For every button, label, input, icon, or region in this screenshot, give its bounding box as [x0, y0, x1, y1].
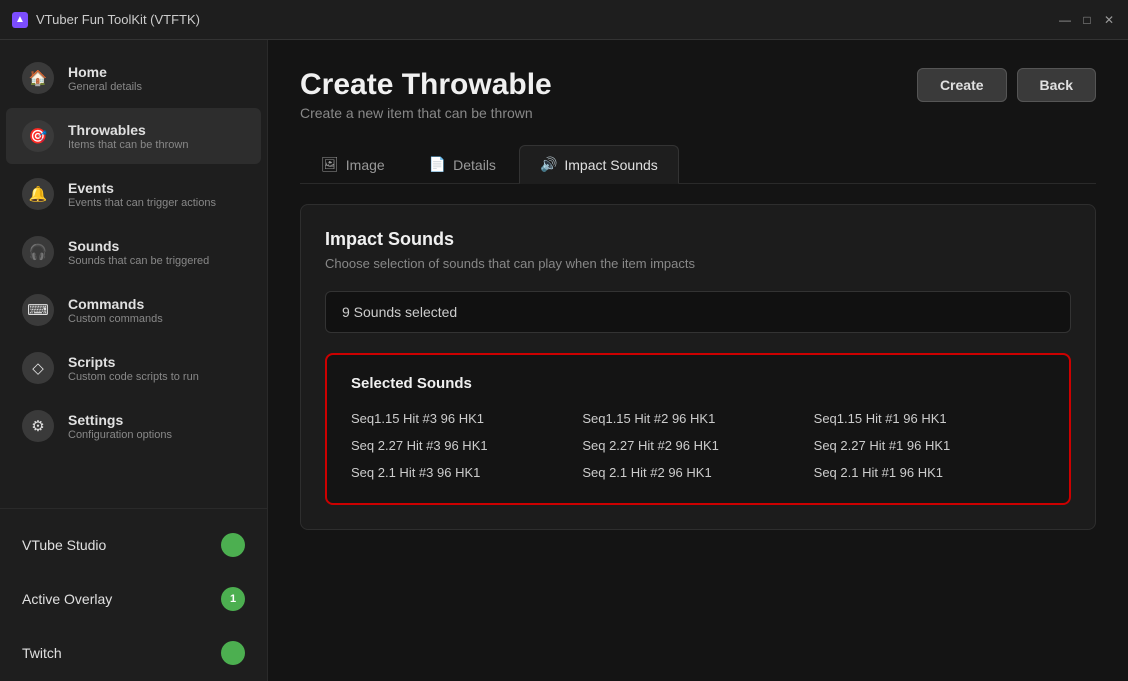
list-item: Seq 2.27 Hit #3 96 HK1 — [351, 435, 582, 456]
tab-details[interactable]: 📄 Details — [408, 145, 517, 183]
title-bar-left: ▲ VTuber Fun ToolKit (VTFTK) — [12, 12, 200, 28]
sounds-icon: 🎧 — [22, 236, 54, 268]
sidebar-item-throwables[interactable]: 🎯 Throwables Items that can be thrown — [6, 108, 261, 164]
sidebar-item-vtube-studio[interactable]: VTube Studio — [6, 519, 261, 571]
sidebar-commands-sublabel: Custom commands — [68, 313, 163, 325]
list-item: Seq1.15 Hit #3 96 HK1 — [351, 408, 582, 429]
image-tab-icon: 🖼 — [321, 156, 339, 173]
sound-name: Seq1.15 Hit #3 96 HK1 — [351, 411, 484, 426]
scripts-icon: ◇ — [22, 352, 54, 384]
title-bar-controls: — □ ✕ — [1058, 13, 1116, 27]
sidebar-throwables-sublabel: Items that can be thrown — [68, 139, 188, 151]
content-header: Create Throwable Create a new item that … — [300, 68, 1096, 121]
settings-icon: ⚙ — [22, 410, 54, 442]
list-item: Seq 2.27 Hit #2 96 HK1 — [582, 435, 813, 456]
tab-image[interactable]: 🖼 Image — [300, 145, 406, 183]
home-icon: 🏠 — [22, 62, 54, 94]
list-item: Seq1.15 Hit #2 96 HK1 — [582, 408, 813, 429]
sidebar-settings-label: Settings — [68, 412, 172, 428]
active-overlay-status: 1 — [221, 587, 245, 611]
details-tab-icon: 📄 — [429, 156, 446, 173]
sidebar-item-sounds[interactable]: 🎧 Sounds Sounds that can be triggered — [6, 224, 261, 280]
sidebar-bottom: VTube Studio Active Overlay 1 Twitch — [0, 508, 267, 681]
sidebar-events-sublabel: Events that can trigger actions — [68, 197, 216, 209]
sounds-grid: Seq1.15 Hit #3 96 HK1 Seq1.15 Hit #2 96 … — [351, 408, 1045, 483]
tab-impact-sounds[interactable]: 🔊 Impact Sounds — [519, 145, 679, 184]
page-title: Create Throwable — [300, 68, 552, 101]
sidebar-throwables-label: Throwables — [68, 122, 188, 138]
content-area: Create Throwable Create a new item that … — [268, 40, 1128, 681]
sidebar-item-active-overlay[interactable]: Active Overlay 1 — [6, 573, 261, 625]
sound-name: Seq1.15 Hit #1 96 HK1 — [814, 411, 947, 426]
tab-details-label: Details — [453, 157, 496, 173]
tab-image-label: Image — [346, 157, 385, 173]
sidebar-item-settings[interactable]: ⚙ Settings Configuration options — [6, 398, 261, 454]
app-icon: ▲ — [12, 12, 28, 28]
app-title: VTuber Fun ToolKit (VTFTK) — [36, 12, 200, 27]
list-item: Seq 2.1 Hit #3 96 HK1 — [351, 462, 582, 483]
sidebar-home-label: Home — [68, 64, 142, 80]
selected-sounds-title: Selected Sounds — [351, 375, 1045, 392]
twitch-label: Twitch — [22, 645, 221, 661]
commands-icon: ⌨ — [22, 294, 54, 326]
events-icon: 🔔 — [22, 178, 54, 210]
back-button[interactable]: Back — [1017, 68, 1096, 102]
maximize-button[interactable]: □ — [1080, 13, 1094, 27]
sidebar-item-scripts[interactable]: ◇ Scripts Custom code scripts to run — [6, 340, 261, 396]
sidebar-item-events[interactable]: 🔔 Events Events that can trigger actions — [6, 166, 261, 222]
sidebar-scripts-label: Scripts — [68, 354, 199, 370]
vtube-studio-status — [221, 533, 245, 557]
sidebar-settings-sublabel: Configuration options — [68, 429, 172, 441]
active-overlay-label: Active Overlay — [22, 591, 221, 607]
sidebar-nav: 🏠 Home General details 🎯 Throwables Item… — [0, 40, 267, 456]
main-layout: 🏠 Home General details 🎯 Throwables Item… — [0, 40, 1128, 681]
sidebar: 🏠 Home General details 🎯 Throwables Item… — [0, 40, 268, 681]
header-title-group: Create Throwable Create a new item that … — [300, 68, 552, 121]
sound-name: Seq 2.27 Hit #3 96 HK1 — [351, 438, 488, 453]
sound-name: Seq 2.1 Hit #3 96 HK1 — [351, 465, 480, 480]
sounds-selected-display[interactable]: 9 Sounds selected — [325, 291, 1071, 333]
vtube-studio-label: VTube Studio — [22, 537, 221, 553]
panel-title: Impact Sounds — [325, 229, 1071, 250]
twitch-status — [221, 641, 245, 665]
sound-name: Seq 2.1 Hit #2 96 HK1 — [582, 465, 711, 480]
list-item: Seq 2.1 Hit #1 96 HK1 — [814, 462, 1045, 483]
list-item: Seq 2.27 Hit #1 96 HK1 — [814, 435, 1045, 456]
sidebar-sounds-label: Sounds — [68, 238, 209, 254]
page-subtitle: Create a new item that can be thrown — [300, 105, 552, 121]
sound-name: Seq1.15 Hit #2 96 HK1 — [582, 411, 715, 426]
sidebar-item-commands[interactable]: ⌨ Commands Custom commands — [6, 282, 261, 338]
sound-name: Seq 2.27 Hit #1 96 HK1 — [814, 438, 951, 453]
tabs-bar: 🖼 Image 📄 Details 🔊 Impact Sounds — [300, 145, 1096, 184]
close-button[interactable]: ✕ — [1102, 13, 1116, 27]
impact-sounds-panel: Impact Sounds Choose selection of sounds… — [300, 204, 1096, 530]
sound-name: Seq 2.27 Hit #2 96 HK1 — [582, 438, 719, 453]
header-buttons: Create Back — [917, 68, 1096, 102]
title-bar: ▲ VTuber Fun ToolKit (VTFTK) — □ ✕ — [0, 0, 1128, 40]
throwables-icon: 🎯 — [22, 120, 54, 152]
panel-subtitle: Choose selection of sounds that can play… — [325, 256, 1071, 271]
impact-sounds-tab-icon: 🔊 — [540, 156, 557, 173]
sound-name: Seq 2.1 Hit #1 96 HK1 — [814, 465, 943, 480]
tab-impact-sounds-label: Impact Sounds — [564, 157, 657, 173]
sidebar-events-label: Events — [68, 180, 216, 196]
list-item: Seq1.15 Hit #1 96 HK1 — [814, 408, 1045, 429]
sidebar-item-twitch[interactable]: Twitch — [6, 627, 261, 679]
list-item: Seq 2.1 Hit #2 96 HK1 — [582, 462, 813, 483]
sidebar-scripts-sublabel: Custom code scripts to run — [68, 371, 199, 383]
sidebar-item-home[interactable]: 🏠 Home General details — [6, 50, 261, 106]
create-button[interactable]: Create — [917, 68, 1007, 102]
sidebar-home-sublabel: General details — [68, 81, 142, 93]
minimize-button[interactable]: — — [1058, 13, 1072, 27]
selected-sounds-box: Selected Sounds Seq1.15 Hit #3 96 HK1 Se… — [325, 353, 1071, 505]
sidebar-sounds-sublabel: Sounds that can be triggered — [68, 255, 209, 267]
sidebar-commands-label: Commands — [68, 296, 163, 312]
